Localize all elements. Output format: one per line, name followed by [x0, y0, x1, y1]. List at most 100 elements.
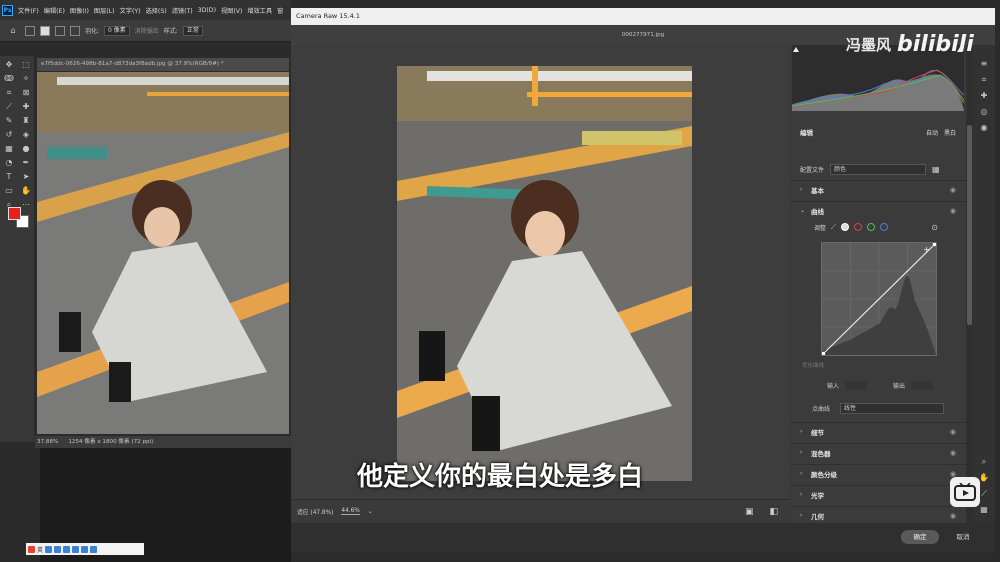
- color-swatches[interactable]: [8, 207, 32, 231]
- parametric-curve-icon[interactable]: ⟋: [831, 223, 836, 232]
- section-color-mixer-label: 混色器: [811, 449, 831, 458]
- section-color-mixer[interactable]: › 混色器 ◉: [790, 443, 966, 461]
- ime-skin-icon[interactable]: [72, 545, 80, 553]
- menu-filter[interactable]: 滤镜(T): [172, 6, 193, 15]
- profile-browser-icon[interactable]: ▦: [932, 165, 940, 174]
- visibility-eye-icon[interactable]: ◉: [950, 449, 956, 457]
- menu-edit[interactable]: 编辑(E): [44, 6, 65, 15]
- point-curve-select[interactable]: 线性: [840, 402, 944, 414]
- menu-plugins[interactable]: 增效工具: [247, 6, 272, 15]
- rectangle-tool-icon[interactable]: ▭: [2, 184, 16, 197]
- feather-input[interactable]: 0 像素: [104, 25, 130, 36]
- ime-keyboard-icon[interactable]: [63, 545, 71, 553]
- camera-raw-preview[interactable]: [291, 45, 790, 499]
- scrollbar-thumb[interactable]: [967, 125, 972, 325]
- selection-mode-add-icon[interactable]: [55, 25, 65, 36]
- tv-play-icon[interactable]: [950, 477, 980, 507]
- rgb-channel-icon[interactable]: [840, 223, 849, 231]
- eyedropper-icon[interactable]: ⟋: [2, 100, 16, 113]
- menu-window[interactable]: 窗: [277, 6, 283, 15]
- stamp-tool-icon[interactable]: ♜: [19, 114, 33, 127]
- gradient-tool-icon[interactable]: ▦: [2, 142, 16, 155]
- zoom-dropdown-icon[interactable]: ⌄: [368, 508, 373, 515]
- menu-file[interactable]: 文件(F): [18, 6, 39, 15]
- visibility-eye-icon[interactable]: ◉: [950, 428, 956, 436]
- spot-removal-icon[interactable]: ✚: [981, 91, 988, 101]
- blue-channel-icon[interactable]: [879, 223, 888, 231]
- visibility-eye-icon[interactable]: ◉: [950, 186, 956, 194]
- type-tool-icon[interactable]: T: [2, 170, 16, 183]
- ime-mode-label[interactable]: 英: [37, 545, 43, 554]
- lasso-tool-icon[interactable]: ↂ: [2, 72, 16, 85]
- magic-wand-icon[interactable]: ✧: [19, 72, 33, 85]
- menu-type[interactable]: 文字(Y): [120, 6, 141, 15]
- menu-select[interactable]: 选择(S): [146, 6, 167, 15]
- panel-scrollbar[interactable]: [966, 45, 973, 523]
- document-canvas[interactable]: [37, 72, 289, 434]
- zoom-fit-label[interactable]: 适应 (47.8%): [297, 507, 333, 516]
- section-basic[interactable]: › 基本 ◉: [790, 180, 966, 198]
- hand-tool-icon[interactable]: ✋: [19, 184, 33, 197]
- style-select[interactable]: 正常: [182, 25, 203, 36]
- section-geometry[interactable]: › 几何 ◉: [790, 506, 966, 523]
- grid-icon[interactable]: ▦: [980, 505, 988, 515]
- marquee-tool-icon[interactable]: ⬚: [19, 58, 33, 71]
- hand-icon[interactable]: ✋: [979, 473, 989, 483]
- section-detail[interactable]: › 细节 ◉: [790, 422, 966, 440]
- visibility-eye-icon[interactable]: ◉: [950, 512, 956, 520]
- menu-image[interactable]: 图像(I): [70, 6, 89, 15]
- input-field[interactable]: [845, 380, 868, 390]
- antialias-checkbox[interactable]: 消除锯齿: [135, 26, 159, 35]
- ime-punct-icon[interactable]: [45, 545, 53, 553]
- dodge-tool-icon[interactable]: ◔: [2, 156, 16, 169]
- zoom-value-select[interactable]: 44.6%: [341, 508, 360, 515]
- blur-tool-icon[interactable]: ●: [19, 142, 33, 155]
- marquee-icon[interactable]: [25, 25, 35, 36]
- path-select-icon[interactable]: ➤: [19, 170, 33, 183]
- section-curve[interactable]: ⌄ 曲线 ◉: [790, 201, 966, 219]
- move-tool-icon[interactable]: ✥: [2, 58, 16, 71]
- cancel-button[interactable]: 取消: [950, 530, 976, 544]
- tone-curve-graph[interactable]: +: [820, 241, 938, 357]
- redeye-icon[interactable]: ◉: [981, 123, 988, 133]
- crop-tool-icon[interactable]: ⌗: [2, 86, 16, 99]
- menu-view[interactable]: 视图(V): [221, 6, 242, 15]
- ime-voice-icon[interactable]: [54, 545, 62, 553]
- visibility-eye-icon[interactable]: ◉: [950, 207, 956, 215]
- profile-label: 配置文件: [800, 166, 825, 174]
- brush-tool-icon[interactable]: ✎: [2, 114, 16, 127]
- menu-3d[interactable]: 3D(D): [198, 7, 216, 14]
- section-optics[interactable]: › 光学 ◉: [790, 485, 966, 503]
- crop-icon[interactable]: ⌗: [982, 75, 987, 85]
- selection-mode-subtract-icon[interactable]: [70, 25, 80, 36]
- compare-view-icon[interactable]: ▣: [745, 507, 754, 517]
- ime-menu-icon[interactable]: [90, 545, 98, 553]
- foreground-color-swatch[interactable]: [8, 207, 21, 220]
- masking-icon[interactable]: ◎: [981, 107, 988, 117]
- target-adjust-icon[interactable]: ⊙: [931, 223, 938, 232]
- ime-toolbar[interactable]: 英: [26, 543, 144, 555]
- refine-curve-checkbox[interactable]: 优化曲线: [802, 361, 824, 369]
- selection-mode-new-icon[interactable]: [40, 25, 50, 36]
- output-field[interactable]: [911, 380, 934, 390]
- black-white-button[interactable]: 黑白: [944, 128, 956, 137]
- profile-select[interactable]: 颜色: [830, 163, 927, 175]
- sampler-icon[interactable]: ⟋: [981, 489, 987, 499]
- ime-toolbox-icon[interactable]: [81, 545, 89, 553]
- eraser-icon[interactable]: ◈: [19, 128, 33, 141]
- history-brush-icon[interactable]: ↺: [2, 128, 16, 141]
- pen-tool-icon[interactable]: ✒: [19, 156, 33, 169]
- zoom-icon[interactable]: ⌕: [982, 457, 986, 467]
- red-channel-icon[interactable]: [853, 223, 862, 231]
- green-channel-icon[interactable]: [866, 223, 875, 231]
- menu-layer[interactable]: 图层(L): [94, 6, 115, 15]
- auto-button[interactable]: 自动: [926, 128, 938, 137]
- edit-sliders-icon[interactable]: ≡: [981, 59, 988, 69]
- healing-brush-icon[interactable]: ✚: [19, 100, 33, 113]
- section-color-grading[interactable]: › 颜色分级 ◉: [790, 464, 966, 482]
- frame-tool-icon[interactable]: ⊠: [19, 86, 33, 99]
- home-icon[interactable]: ⌂: [6, 24, 20, 37]
- before-after-icon[interactable]: ◧: [769, 507, 778, 517]
- document-tab[interactable]: e7f5ddc-0626-498b-81a7-d873da3f8adb.jpg …: [37, 58, 289, 71]
- ok-button[interactable]: 确定: [901, 530, 939, 544]
